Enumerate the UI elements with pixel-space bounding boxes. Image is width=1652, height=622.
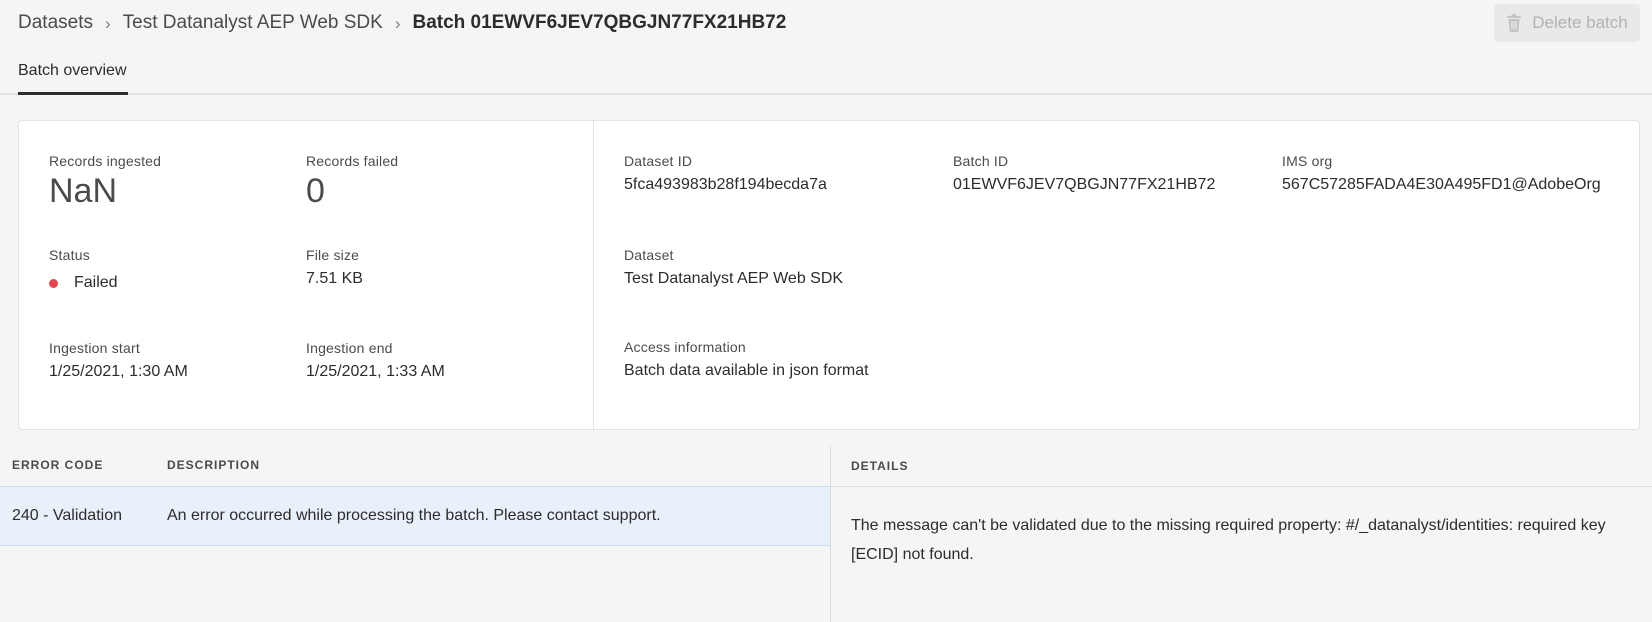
- dataset-value[interactable]: Test Datanalyst AEP Web SDK: [624, 270, 843, 288]
- breadcrumb: Datasets › Test Datanalyst AEP Web SDK ›…: [18, 10, 786, 36]
- batch-id-field: Batch ID 01EWVF6JEV7QBGJN77FX21HB72: [953, 153, 1215, 194]
- dataset-id-label: Dataset ID: [624, 153, 693, 169]
- breadcrumb-datasets[interactable]: Datasets: [18, 12, 93, 34]
- breadcrumb-separator-icon: ›: [394, 13, 401, 33]
- ims-org-label: IMS org: [1282, 153, 1333, 169]
- access-information-value: Batch data available in json format: [624, 362, 869, 379]
- records-failed-field: Records failed 0: [306, 153, 398, 211]
- status-value: Failed: [74, 274, 118, 291]
- batch-id-value: 01EWVF6JEV7QBGJN77FX21HB72: [953, 176, 1216, 193]
- ingestion-end-field: Ingestion end 1/25/2021, 1:33 AM: [306, 340, 445, 381]
- ims-org-field: IMS org 567C57285FADA4E30A495FD1@AdobeOr…: [1282, 153, 1601, 194]
- page-header: Datasets › Test Datanalyst AEP Web SDK ›…: [0, 0, 1652, 46]
- dataset-id-field: Dataset ID 5fca493983b28f194becda7a: [624, 153, 827, 194]
- tab-batch-overview[interactable]: Batch overview: [18, 62, 127, 90]
- records-failed-value: 0: [306, 172, 325, 210]
- ims-org-value: 567C57285FADA4E30A495FD1@AdobeOrg: [1282, 176, 1601, 193]
- error-code-cell: 240 - Validation: [12, 507, 122, 524]
- records-failed-label: Records failed: [306, 153, 399, 169]
- tab-bar: Batch overview: [0, 52, 1652, 95]
- status-label: Status: [49, 247, 90, 263]
- records-ingested-label: Records ingested: [49, 153, 162, 169]
- breadcrumb-separator-icon: ›: [104, 13, 111, 33]
- breadcrumb-dataset[interactable]: Test Datanalyst AEP Web SDK: [123, 12, 383, 34]
- ingestion-start-label: Ingestion start: [49, 340, 140, 356]
- delete-batch-label: Delete batch: [1532, 13, 1628, 32]
- card-divider: [593, 121, 594, 429]
- file-size-label: File size: [306, 247, 360, 263]
- column-header-description[interactable]: DESCRIPTION: [167, 458, 260, 472]
- access-information-label: Access information: [624, 339, 746, 355]
- ingestion-end-value: 1/25/2021, 1:33 AM: [306, 363, 445, 380]
- records-ingested-field: Records ingested NaN: [49, 153, 161, 211]
- dataset-field: Dataset Test Datanalyst AEP Web SDK: [624, 247, 843, 288]
- column-header-error-code[interactable]: ERROR CODE: [12, 458, 103, 472]
- ingestion-end-label: Ingestion end: [306, 340, 393, 356]
- trash-icon: [1507, 14, 1522, 32]
- status-field: Status Failed: [49, 247, 118, 292]
- status-indicator: Failed: [49, 274, 118, 292]
- dataset-label: Dataset: [624, 247, 674, 263]
- error-description-cell: An error occurred while processing the b…: [167, 507, 661, 524]
- batch-summary-card: Records ingested NaN Records failed 0 St…: [18, 120, 1640, 430]
- batch-id-label: Batch ID: [953, 153, 1009, 169]
- records-ingested-value: NaN: [49, 172, 118, 210]
- error-details-panel: DETAILS The message can't be validated d…: [830, 446, 1652, 622]
- file-size-field: File size 7.51 KB: [306, 247, 363, 288]
- errors-table: ERROR CODE DESCRIPTION 240 - Validation …: [0, 446, 830, 622]
- tab-active-indicator: [18, 92, 128, 95]
- delete-batch-button[interactable]: Delete batch: [1494, 4, 1640, 42]
- status-dot-icon: [49, 278, 58, 288]
- access-information-field: Access information Batch data available …: [624, 339, 869, 380]
- ingestion-start-value: 1/25/2021, 1:30 AM: [49, 363, 188, 380]
- dataset-id-value: 5fca493983b28f194becda7a: [624, 176, 827, 193]
- details-text: The message can't be validated due to th…: [831, 486, 1652, 622]
- file-size-value: 7.51 KB: [306, 270, 363, 287]
- table-row[interactable]: 240 - Validation An error occurred while…: [0, 486, 830, 546]
- ingestion-start-field: Ingestion start 1/25/2021, 1:30 AM: [49, 340, 188, 381]
- breadcrumb-current-batch: Batch 01EWVF6JEV7QBGJN77FX21HB72: [412, 12, 787, 33]
- details-header: DETAILS: [851, 459, 909, 473]
